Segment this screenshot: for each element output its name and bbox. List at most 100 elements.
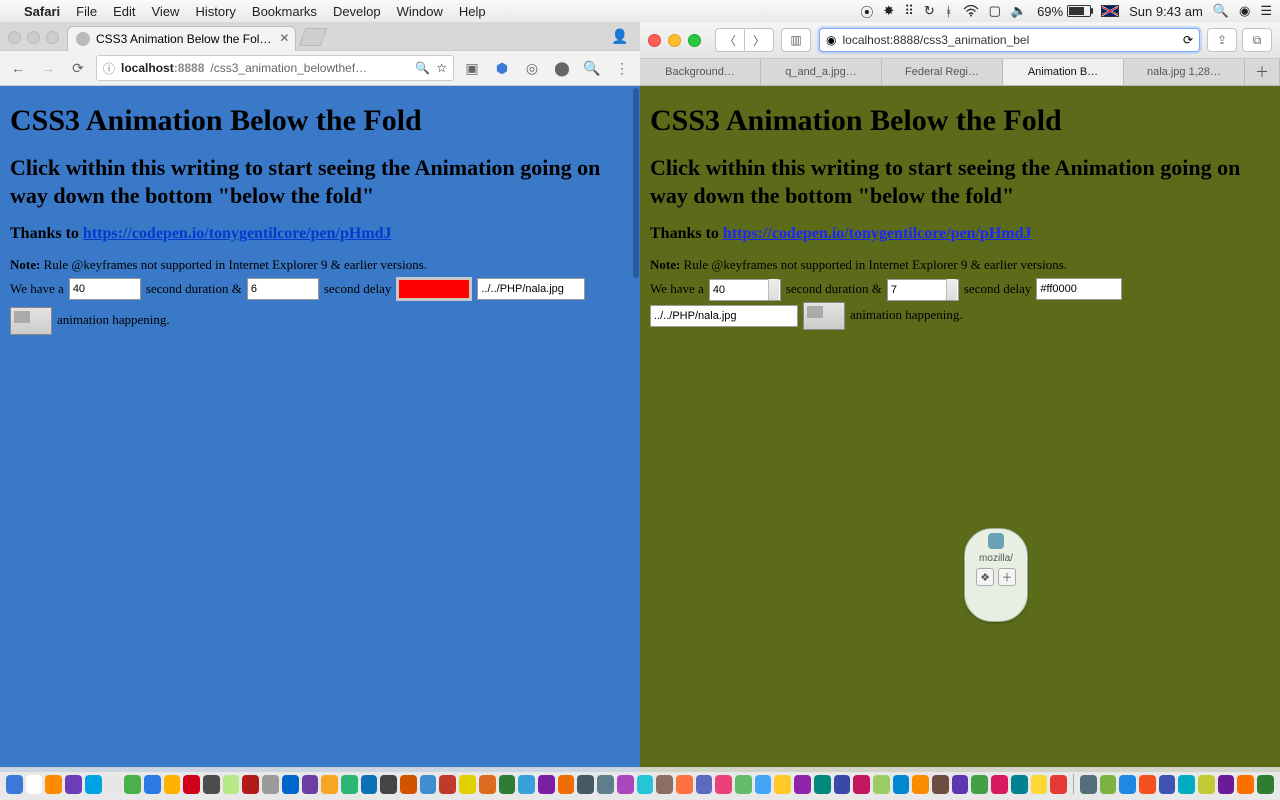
dock-app-icon[interactable] [124, 775, 141, 794]
dock-app-icon[interactable] [538, 775, 555, 794]
menu-help[interactable]: Help [459, 4, 486, 19]
ext-icon-5[interactable]: 🔍 [580, 56, 604, 80]
dock-app-icon[interactable] [400, 775, 417, 794]
page-subtitle[interactable]: Click within this writing to start seein… [650, 154, 1270, 209]
dock-app-icon[interactable] [1031, 775, 1048, 794]
scrollbar-thumb[interactable] [633, 88, 639, 278]
airplay-icon[interactable]: ▢ [989, 3, 1001, 19]
spotlight-icon[interactable]: 🔍 [1213, 3, 1229, 19]
timemachine-icon[interactable]: ↻ [924, 3, 935, 19]
chrome-profile-icon[interactable]: 👤 [606, 26, 634, 46]
color-swatch[interactable] [396, 277, 472, 301]
safari-tab-2[interactable]: Federal Regi… [882, 59, 1003, 85]
dock-app-icon[interactable] [1080, 775, 1097, 794]
dock-app-icon[interactable] [479, 775, 496, 794]
widget-button-1[interactable]: ❖ [976, 568, 994, 586]
dock-app-icon[interactable] [420, 775, 437, 794]
dock-app-icon[interactable] [853, 775, 870, 794]
dock-app-icon[interactable] [203, 775, 220, 794]
safari-page-content[interactable]: CSS3 Animation Below the Fold Click with… [640, 86, 1280, 772]
dock-app-icon[interactable] [696, 775, 713, 794]
duration-input[interactable] [69, 278, 141, 300]
menu-edit[interactable]: Edit [113, 4, 135, 19]
dock-app-icon[interactable] [164, 775, 181, 794]
safari-share-button[interactable]: ⇪ [1207, 28, 1237, 52]
safari-reload-icon[interactable]: ⟳ [1183, 33, 1193, 47]
safari-sidebar-button[interactable]: ▥ [781, 28, 811, 52]
back-button[interactable]: ← [6, 56, 30, 80]
dock-app-icon[interactable] [518, 775, 535, 794]
dock-app-icon[interactable] [282, 775, 299, 794]
dock-app-icon[interactable] [65, 775, 82, 794]
delay-input[interactable] [247, 278, 319, 300]
status-icon-3[interactable]: ⠿ [904, 3, 914, 19]
menu-view[interactable]: View [152, 4, 180, 19]
dock-app-icon[interactable] [577, 775, 594, 794]
site-info-icon[interactable]: ⓘ [103, 60, 115, 77]
dock-app-icon[interactable] [1237, 775, 1254, 794]
chrome-address-bar[interactable]: ⓘ localhost:8888 /css3_animation_belowth… [96, 55, 454, 81]
widget-button-2[interactable]: ＋ [998, 568, 1016, 586]
safari-tab-3[interactable]: Animation B… [1003, 59, 1124, 85]
reload-button[interactable]: ⟳ [66, 56, 90, 80]
menubar-clock[interactable]: Sun 9:43 am [1129, 4, 1203, 19]
image-thumbnail[interactable] [10, 307, 52, 335]
safari-tabs-button[interactable]: ⧉ [1242, 28, 1272, 52]
dock-app-icon[interactable] [814, 775, 831, 794]
delay-input[interactable] [887, 279, 959, 301]
dock-app-icon[interactable] [499, 775, 516, 794]
wifi-icon[interactable] [963, 5, 979, 17]
dock-app-icon[interactable] [1178, 775, 1195, 794]
page-subtitle[interactable]: Click within this writing to start seein… [10, 154, 630, 209]
dock-app-icon[interactable] [912, 775, 929, 794]
dock-app-icon[interactable] [794, 775, 811, 794]
dock-app-icon[interactable] [459, 775, 476, 794]
dock-app-icon[interactable] [1159, 775, 1176, 794]
duration-input[interactable] [709, 279, 781, 301]
menu-window[interactable]: Window [397, 4, 443, 19]
dock-app-icon[interactable] [183, 775, 200, 794]
siri-icon[interactable]: ◉ [1239, 3, 1250, 19]
chrome-close-icon[interactable] [8, 31, 21, 44]
volume-icon[interactable]: 🔈 [1011, 3, 1027, 19]
imgpath-input[interactable] [650, 305, 798, 327]
dock-app-icon[interactable] [991, 775, 1008, 794]
forward-button[interactable]: → [36, 56, 60, 80]
ext-icon-2[interactable]: ⬢ [490, 56, 514, 80]
dock-app-icon[interactable] [1100, 775, 1117, 794]
bookmark-star-icon[interactable]: ☆ [436, 61, 447, 75]
dock-app-icon[interactable] [1119, 775, 1136, 794]
dock-app-icon[interactable] [952, 775, 969, 794]
ext-icon-1[interactable]: ▣ [460, 56, 484, 80]
dock-app-icon[interactable] [834, 775, 851, 794]
dock-app-icon[interactable] [597, 775, 614, 794]
dock-app-icon[interactable] [361, 775, 378, 794]
dock-app-icon[interactable] [1139, 775, 1156, 794]
safari-address-bar[interactable]: ◉ localhost:8888/css3_animation_bel ⟳ [819, 28, 1200, 52]
battery-status[interactable]: 69% [1037, 4, 1091, 19]
thanks-link[interactable]: https://codepen.io/tonygentilcore/pen/pH… [723, 225, 1032, 242]
dock-app-icon[interactable] [1011, 775, 1028, 794]
dock-app-icon[interactable] [341, 775, 358, 794]
dock-app-icon[interactable] [617, 775, 634, 794]
dock-app-icon[interactable] [105, 775, 122, 794]
dock-app-icon[interactable] [1218, 775, 1235, 794]
dock-app-icon[interactable] [1198, 775, 1215, 794]
dock-app-icon[interactable] [302, 775, 319, 794]
dock-app-icon[interactable] [45, 775, 62, 794]
dock-app-icon[interactable] [715, 775, 732, 794]
chrome-minimize-icon[interactable] [27, 31, 40, 44]
dock-app-icon[interactable] [223, 775, 240, 794]
safari-back-button[interactable]: 〈 [715, 28, 745, 52]
zoom-icon[interactable]: 🔍 [415, 61, 430, 75]
tab-close-icon[interactable]: ✕ [279, 31, 289, 45]
menu-history[interactable]: History [195, 4, 235, 19]
safari-new-tab-button[interactable]: ＋ [1245, 59, 1280, 85]
notification-center-icon[interactable]: ☰ [1260, 3, 1272, 19]
safari-tab-1[interactable]: q_and_a.jpg… [761, 59, 882, 85]
chrome-page-content[interactable]: CSS3 Animation Below the Fold Click with… [0, 86, 640, 772]
safari-tab-0[interactable]: Background… [640, 59, 761, 85]
safari-tab-4[interactable]: nala.jpg 1,28… [1124, 59, 1245, 85]
menubar-app-name[interactable]: Safari [24, 4, 60, 19]
thanks-link[interactable]: https://codepen.io/tonygentilcore/pen/pH… [83, 225, 392, 242]
